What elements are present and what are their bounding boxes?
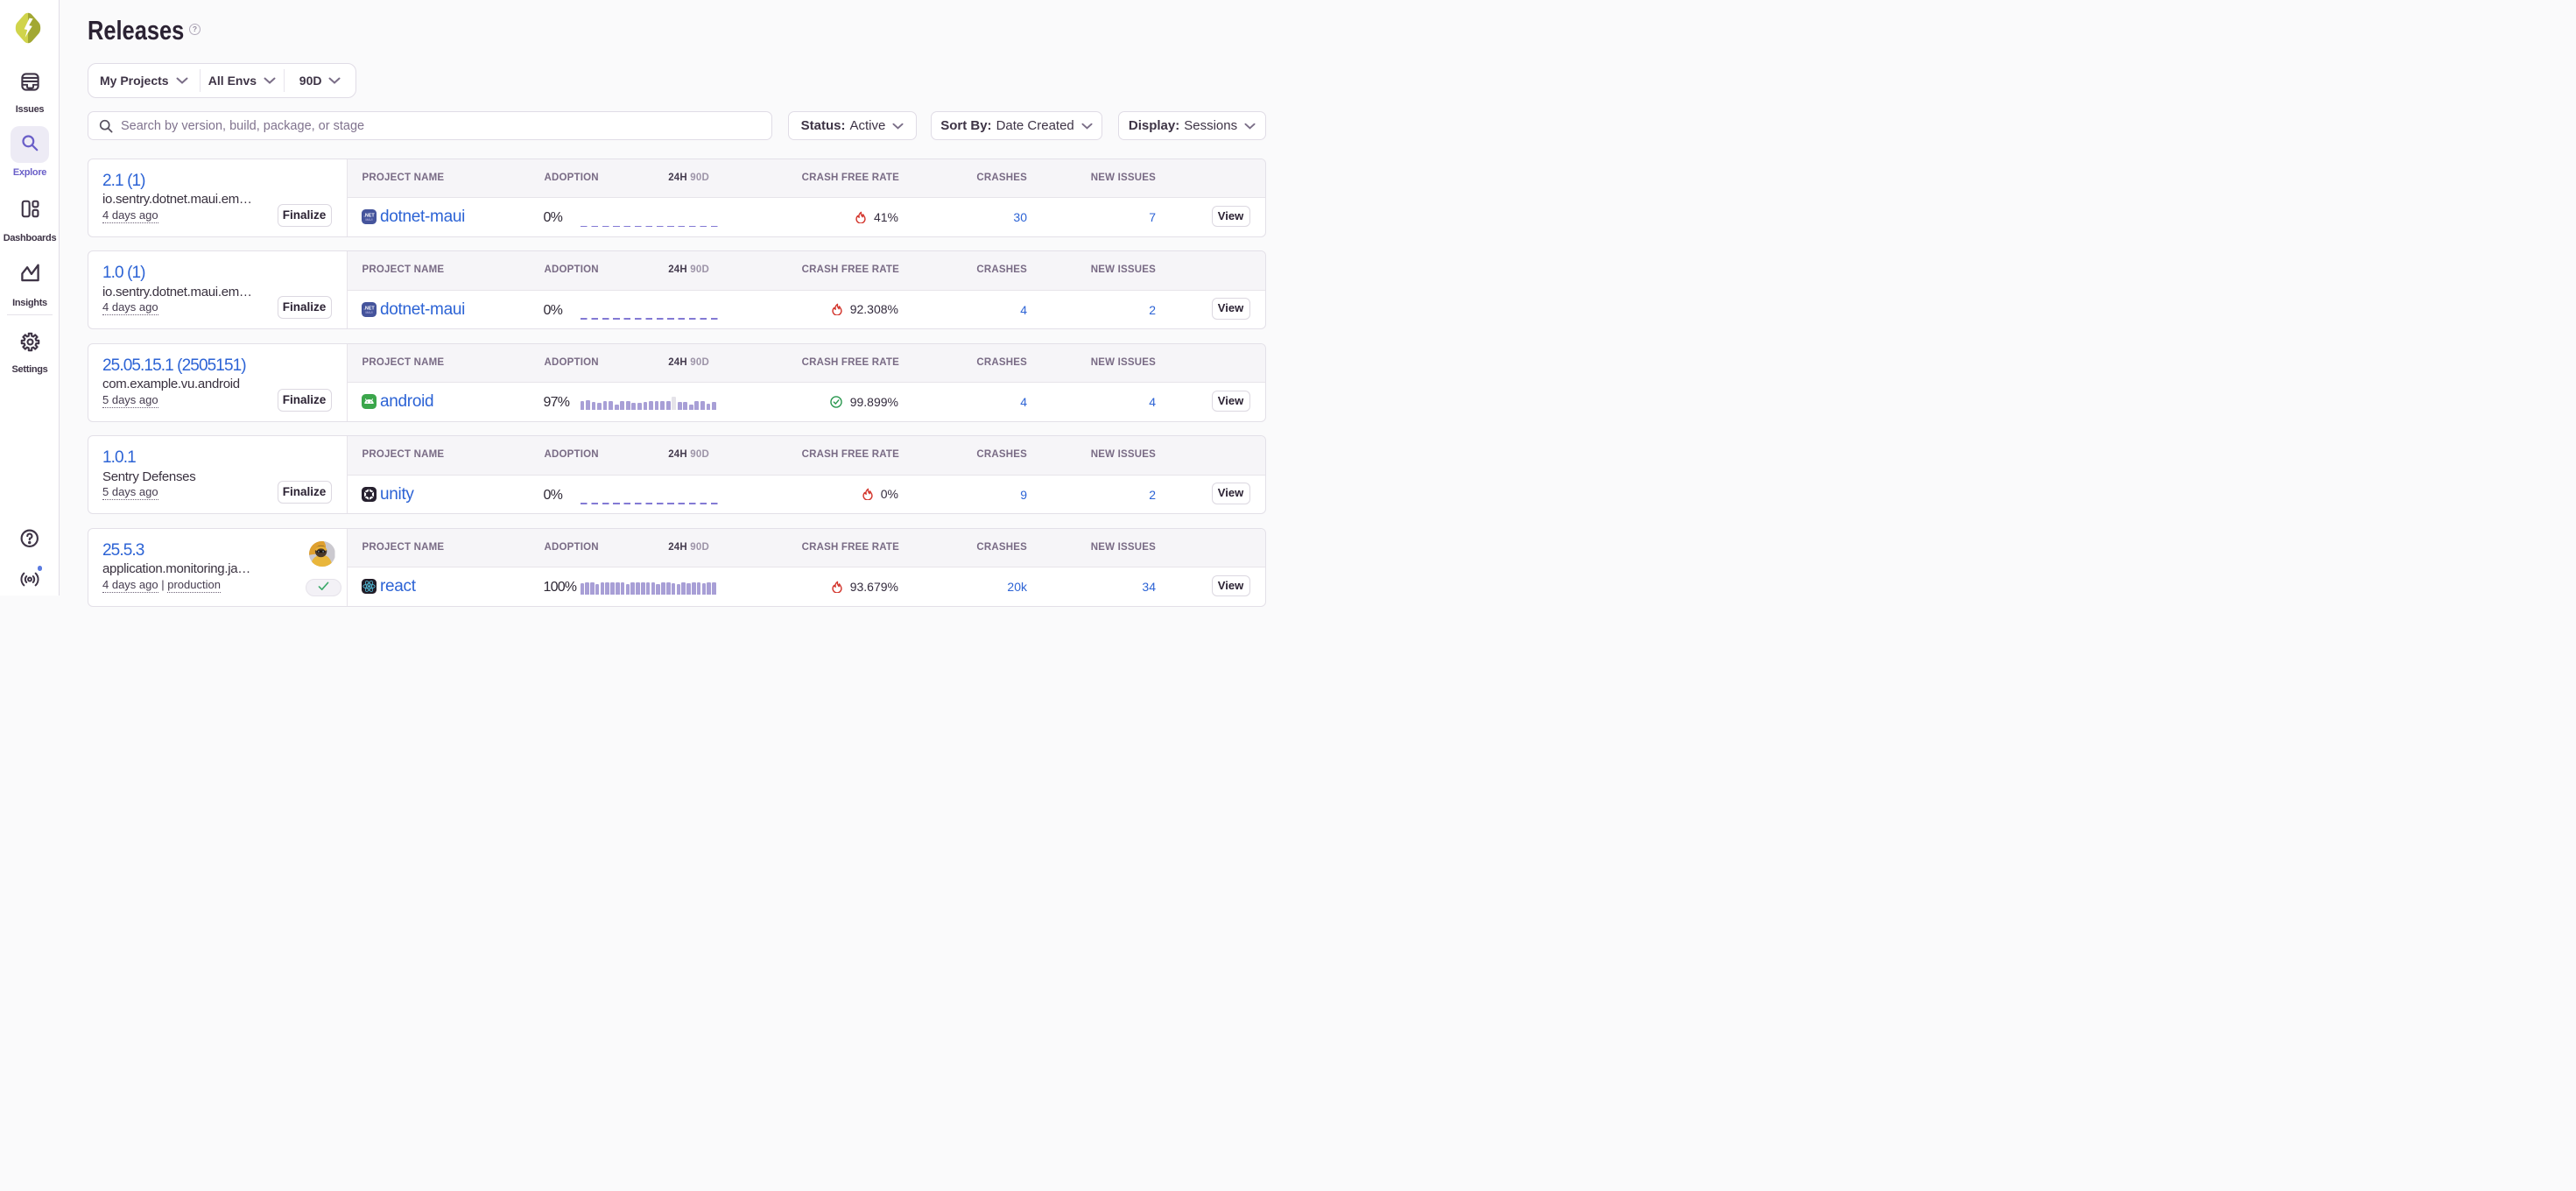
svg-text:MAUI: MAUI — [366, 218, 373, 222]
svg-text:MAUI: MAUI — [366, 311, 373, 314]
